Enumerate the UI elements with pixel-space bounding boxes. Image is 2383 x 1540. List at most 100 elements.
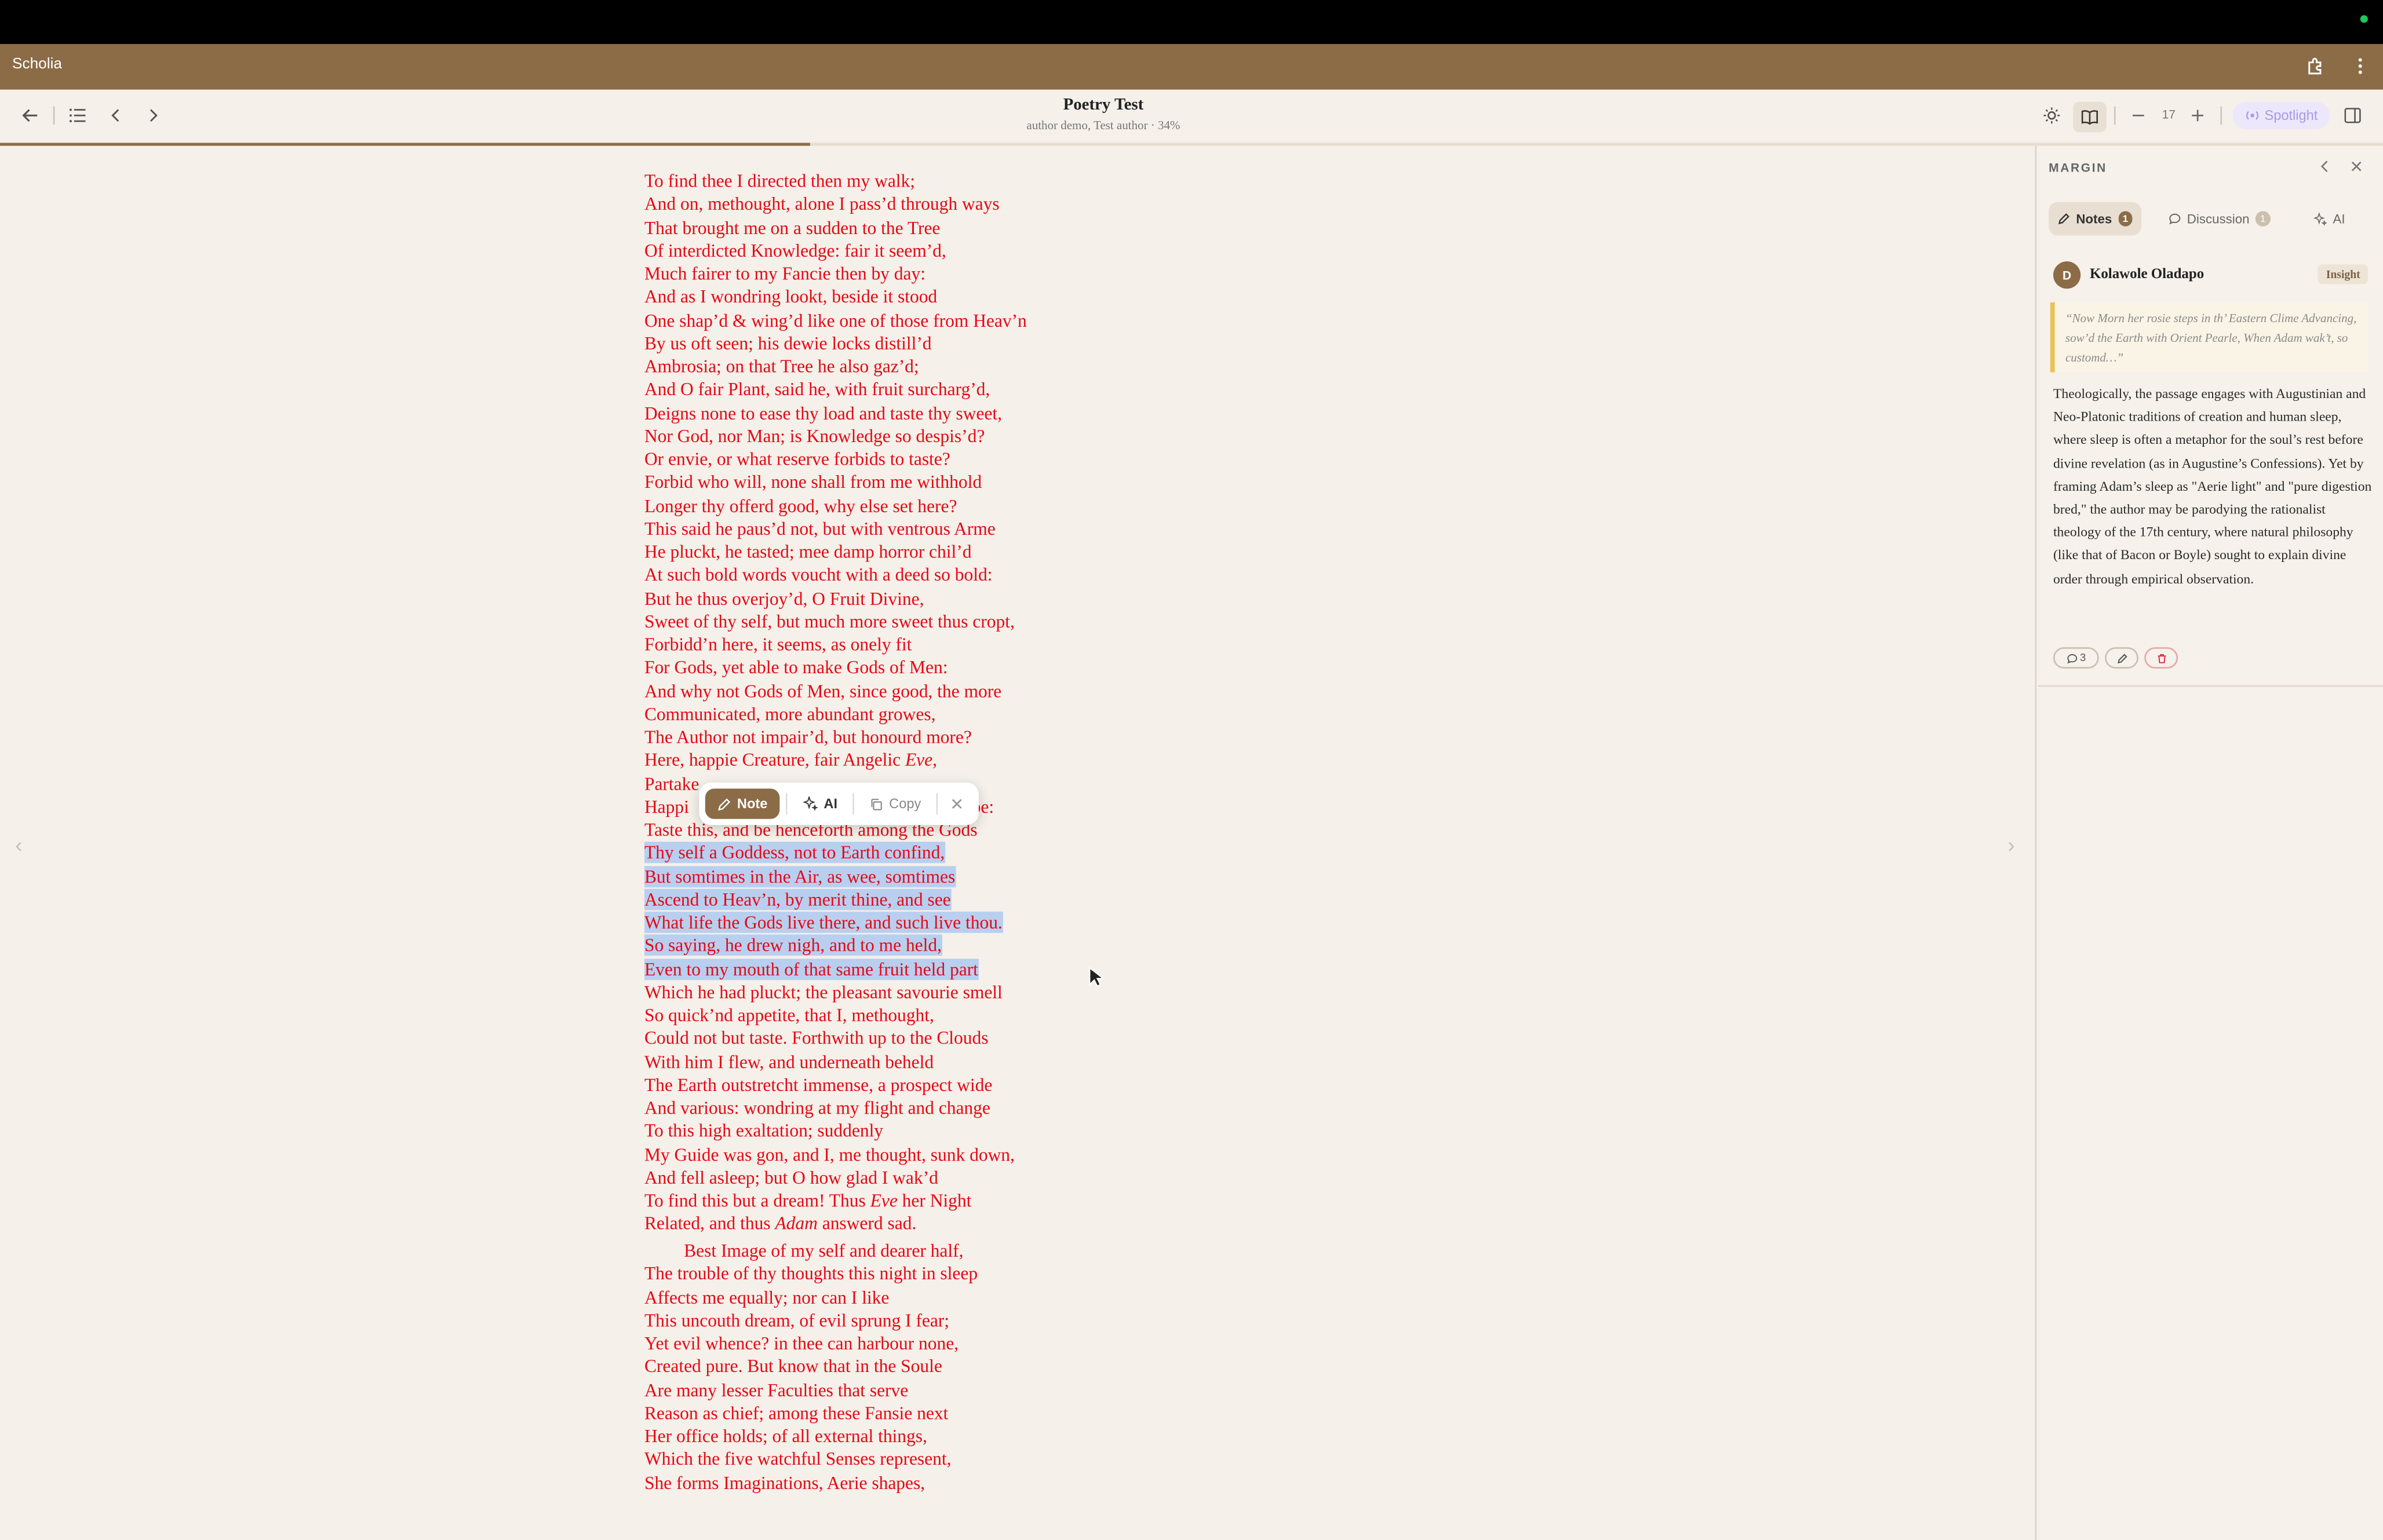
note-actions: 3 <box>2053 647 2178 669</box>
poem-line: Ambrosia; on that Tree he also gaz’d; <box>644 356 1131 379</box>
poem-italic-name: Adam <box>775 1213 818 1235</box>
poem-line: This said he paus’d not, but with ventro… <box>644 518 1131 541</box>
poem-line: So saying, he drew nigh, and to me held, <box>644 935 1131 958</box>
poem-line: Even to my mouth of that same fruit held… <box>644 958 1131 981</box>
poem-line: With him I flew, and underneath beheld <box>644 1050 1131 1074</box>
poem-line-text: But somtimes in the Air, as wee, somtime… <box>644 865 956 887</box>
poem-line-text: Here, happie Creature, fair Angelic <box>644 749 905 771</box>
page-next-icon[interactable]: › <box>2007 833 2014 857</box>
poem-line-text: And fell asleep; but O how glad I wak’d <box>644 1166 938 1188</box>
poem-italic-name: Eve <box>870 1189 898 1211</box>
page-prev-icon[interactable]: ‹ <box>15 833 22 857</box>
poem-line: And why not Gods of Men, since good, the… <box>644 680 1131 703</box>
spotlight-button[interactable]: Spotlight <box>2232 101 2330 129</box>
poem-line-text: What life the Gods live there, and such … <box>644 911 1003 933</box>
poem-line-text: Of interdicted Knowledge: fair it seem’d… <box>644 239 946 261</box>
tab-ai[interactable]: AI <box>2304 202 2355 236</box>
poem-line-text: He pluckt, he tasted; mee damp horror ch… <box>644 541 972 563</box>
poem-line: The Earth outstretcht immense, a prospec… <box>644 1074 1131 1097</box>
collapse-panel-icon[interactable] <box>2318 159 2331 177</box>
poem-line: To find this but a dream! Thus Eve her N… <box>644 1189 1131 1213</box>
poem-line-tail: her Night <box>897 1189 972 1211</box>
poem-line-text: Forbid who will, none shall from me with… <box>644 471 982 493</box>
tab-notes[interactable]: Notes 1 <box>2049 202 2142 236</box>
poem-line: One shap’d & wing’d like one of those fr… <box>644 309 1131 333</box>
poem-line: That brought me on a sudden to the Tree <box>644 217 1131 240</box>
poem-line-text: To find this but a dream! Thus <box>644 1189 870 1211</box>
poem-line: Sweet of thy self, but much more sweet t… <box>644 611 1131 634</box>
chat-bubble-icon <box>2067 653 2076 663</box>
reply-count: 3 <box>2080 652 2086 663</box>
poem-line: Ascend to Heav’n, by merit thine, and se… <box>644 888 1131 912</box>
tab-discussion[interactable]: Discussion 1 <box>2160 202 2279 236</box>
poem-line-text: Happi <box>644 795 689 818</box>
poem-line-text: The Earth outstretcht immense, a prospec… <box>644 1074 993 1096</box>
poem-line-text: The Author not impair’d, but honourd mor… <box>644 726 972 748</box>
poem-line: Related, and thus Adam answerd sad. <box>644 1213 1131 1236</box>
poem-line: Yet evil whence? in thee can harbour non… <box>644 1333 959 1354</box>
poem-line-text: And why not Gods of Men, since good, the… <box>644 680 1002 702</box>
poem-line-text: Ascend to Heav’n, by merit thine, and se… <box>644 888 951 910</box>
note-body: Theologically, the passage engages with … <box>2053 386 2372 586</box>
document-title: Poetry Test <box>1063 96 1144 114</box>
add-note-button[interactable]: Note <box>705 789 780 819</box>
poem-line: He pluckt, he tasted; mee damp horror ch… <box>644 541 1131 564</box>
poem-line: Longer thy offerd good, why else set her… <box>644 495 1131 518</box>
poem-line-text: Which he had pluckt; the pleasant savour… <box>644 981 1003 1003</box>
extension-icon[interactable] <box>2305 56 2325 83</box>
poem-line-text: One shap’d & wing’d like one of those fr… <box>644 309 1027 331</box>
poem-line: Could not but taste. Forthwith up to the… <box>644 1027 1131 1050</box>
poem-text: To find thee I directed then my walk; And… <box>644 170 1131 1495</box>
poem-line: Forbidd’n here, it seems, as onely fit <box>644 634 1131 657</box>
poem-line: The Author not impair’d, but honourd mor… <box>644 727 1131 750</box>
popover-divider <box>936 793 938 815</box>
note-tag-badge: Insight <box>2318 264 2368 284</box>
poem-line-text: And O fair Plant, said he, with fruit su… <box>644 378 990 400</box>
discussion-count-badge: 1 <box>2256 211 2271 227</box>
poem-line-text: But he thus overjoy’d, O Fruit Divine, <box>644 587 924 609</box>
more-vertical-icon[interactable] <box>2353 56 2368 83</box>
poem-line-text: Ambrosia; on that Tree he also gaz’d; <box>644 355 919 377</box>
poem-line-tail: answerd sad. <box>817 1213 917 1235</box>
sparkle-icon <box>2313 211 2327 225</box>
poem-line-text: Sweet of thy self, but much more sweet t… <box>644 610 1015 632</box>
tab-discussion-label: Discussion <box>2187 211 2250 227</box>
ask-ai-button[interactable]: AI <box>793 789 847 819</box>
copy-button[interactable]: Copy <box>860 789 930 819</box>
poem-line: For Gods, yet able to make Gods of Men: <box>644 657 1131 680</box>
tab-ai-label: AI <box>2333 211 2345 227</box>
note-card[interactable]: D Kolawole Oladapo Insight “Now Morn her… <box>2038 249 2383 687</box>
poem-line-text: My Guide was gon, and I, me thought, sun… <box>644 1143 1015 1165</box>
poem-line-text: So quick’nd appetite, that I, methought, <box>644 1004 934 1026</box>
poem-line: Deigns none to ease thy load and taste t… <box>644 402 1131 425</box>
poem-line: To find thee I directed then my walk; <box>644 170 1131 194</box>
poem-line: The trouble of thy thoughts this night i… <box>644 1263 978 1284</box>
poem-punct: , <box>932 749 937 771</box>
delete-note-button[interactable] <box>2144 647 2178 669</box>
note-label: Note <box>737 796 768 812</box>
poem-line-text: Longer thy offerd good, why else set her… <box>644 494 957 516</box>
poem-line-text: Much fairer to my Fancie then by day: <box>644 262 925 284</box>
poem-line: She forms Imaginations, Aerie shapes, <box>644 1472 925 1493</box>
sidebar-toggle-icon[interactable] <box>2341 103 2365 127</box>
replies-button[interactable]: 3 <box>2053 647 2099 669</box>
selection-popover: Note AI Copy ✕ <box>699 782 979 826</box>
poem-line: What life the Gods live there, and such … <box>644 911 1131 935</box>
sparkle-icon <box>803 796 818 811</box>
avatar: D <box>2053 261 2081 289</box>
poem-line: And fell asleep; but O how glad I wak’d <box>644 1166 1131 1189</box>
poem-line: And on, methought, alone I pass’d throug… <box>644 194 1131 217</box>
poem-line: Here, happie Creature, fair Angelic Eve, <box>644 750 1131 773</box>
poem-line: Communicated, more abundant growes, <box>644 703 1131 727</box>
poem-line: Much fairer to my Fancie then by day: <box>644 263 1131 286</box>
poem-line: And as I wondring lookt, beside it stood <box>644 286 1131 309</box>
poem-line: By us oft seen; his dewie locks distill’… <box>644 333 1131 356</box>
spotlight-label: Spotlight <box>2264 108 2318 123</box>
poem-line-text: Forbidd’n here, it seems, as onely fit <box>644 633 912 655</box>
poem-line: Of interdicted Knowledge: fair it seem’d… <box>644 240 1131 263</box>
edit-note-button[interactable] <box>2105 647 2138 669</box>
close-popover-icon[interactable]: ✕ <box>944 794 970 813</box>
poem-line-text: Or envie, or what reserve forbids to tas… <box>644 448 950 470</box>
document-meta: author demo, Test author · 34% <box>1026 118 1180 133</box>
close-panel-icon[interactable] <box>2349 159 2363 177</box>
